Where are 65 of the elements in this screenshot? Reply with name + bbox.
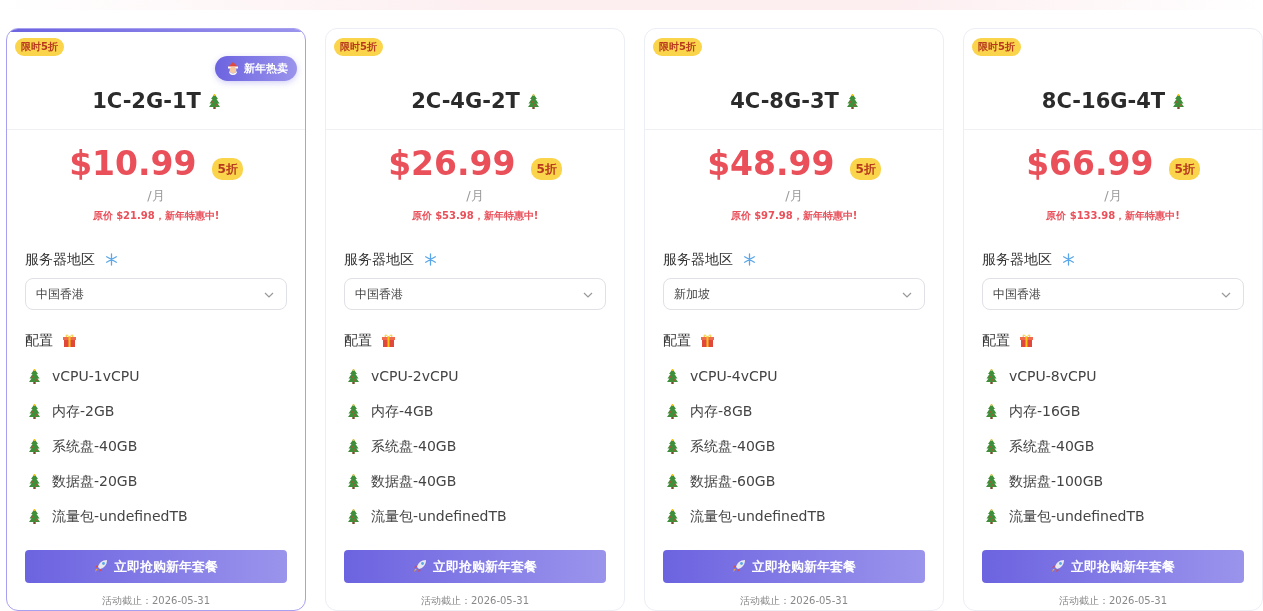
hot-badge: 新年热卖 (215, 56, 297, 81)
region-select[interactable]: 中国香港 (25, 277, 287, 310)
section-label: 配置 (25, 330, 53, 350)
deadline-text: 活动截止：2026-05-31 (100, 593, 212, 608)
spec-item: 流量包-undefinedTB (371, 506, 507, 526)
spec-item: 流量包-undefinedTB (52, 506, 188, 526)
spec-item: vCPU-8vCPU (1009, 366, 1097, 386)
spec-item: 数据盘-100GB (1009, 471, 1104, 491)
plan-title: 1C-2G-1T (92, 88, 201, 115)
promo-tag: 限时5折 (653, 38, 702, 56)
deadline-text: 活动截止：2026-05-31 (738, 593, 850, 608)
spec-item: 系统盘-40GB (1009, 436, 1095, 456)
region-select[interactable]: 中国香港 (982, 277, 1244, 310)
spec-item: 数据盘-60GB (690, 471, 776, 491)
plan-title: 4C-8G-3T (730, 88, 839, 115)
region-select[interactable]: 新加坡 (663, 277, 925, 310)
section-label: 服务器地区 (663, 249, 733, 269)
price-unit: /月 (1103, 187, 1123, 206)
spec-item: 系统盘-40GB (690, 436, 776, 456)
spec-item: 系统盘-40GB (52, 436, 138, 456)
buy-button[interactable]: 立即抢购新年套餐 (25, 549, 287, 583)
discount-tag: 5折 (850, 158, 881, 181)
spec-item: 数据盘-20GB (52, 471, 138, 491)
spec-item: 流量包-undefinedTB (690, 506, 826, 526)
spec-item: vCPU-2vCPU (371, 366, 459, 386)
discount-tag: 5折 (1169, 158, 1200, 181)
price: $26.99 (388, 146, 516, 183)
price-unit: /月 (465, 187, 485, 206)
section-label: 配置 (344, 330, 372, 350)
spec-item: 内存-4GB (371, 401, 434, 421)
buy-button[interactable]: 立即抢购新年套餐 (982, 549, 1244, 583)
discount-tag: 5折 (212, 158, 243, 181)
spec-item: 内存-8GB (690, 401, 753, 421)
original-price: 原价 $21.98，新年特惠中! (91, 208, 221, 223)
plan-title: 8C-16G-4T (1041, 88, 1166, 115)
buy-button[interactable]: 立即抢购新年套餐 (344, 549, 606, 583)
promo-tag: 限时5折 (334, 38, 383, 56)
original-price: 原价 $97.98，新年特惠中! (729, 208, 859, 223)
section-label: 服务器地区 (344, 249, 414, 269)
spec-item: 系统盘-40GB (371, 436, 457, 456)
discount-tag: 5折 (531, 158, 562, 181)
section-label: 服务器地区 (982, 249, 1052, 269)
buy-button[interactable]: 立即抢购新年套餐 (663, 549, 925, 583)
promo-tag: 限时5折 (972, 38, 1021, 56)
deadline-text: 活动截止：2026-05-31 (1057, 593, 1169, 608)
original-price: 原价 $133.98，新年特惠中! (1045, 208, 1181, 223)
spec-item: vCPU-1vCPU (52, 366, 140, 386)
deadline-text: 活动截止：2026-05-31 (419, 593, 531, 608)
original-price: 原价 $53.98，新年特惠中! (410, 208, 540, 223)
spec-item: 内存-16GB (1009, 401, 1081, 421)
spec-item: 流量包-undefinedTB (1009, 506, 1145, 526)
section-label: 配置 (663, 330, 691, 350)
price-unit: /月 (146, 187, 166, 206)
section-label: 配置 (982, 330, 1010, 350)
price: $66.99 (1026, 146, 1154, 183)
section-label: 服务器地区 (25, 249, 95, 269)
price-unit: /月 (784, 187, 804, 206)
spec-item: vCPU-4vCPU (690, 366, 778, 386)
price: $48.99 (707, 146, 835, 183)
price: $10.99 (69, 146, 197, 183)
promo-tag: 限时5折 (15, 38, 64, 56)
spec-item: 数据盘-40GB (371, 471, 457, 491)
region-select[interactable]: 中国香港 (344, 277, 606, 310)
plan-title: 2C-4G-2T (411, 88, 520, 115)
spec-item: 内存-2GB (52, 401, 115, 421)
